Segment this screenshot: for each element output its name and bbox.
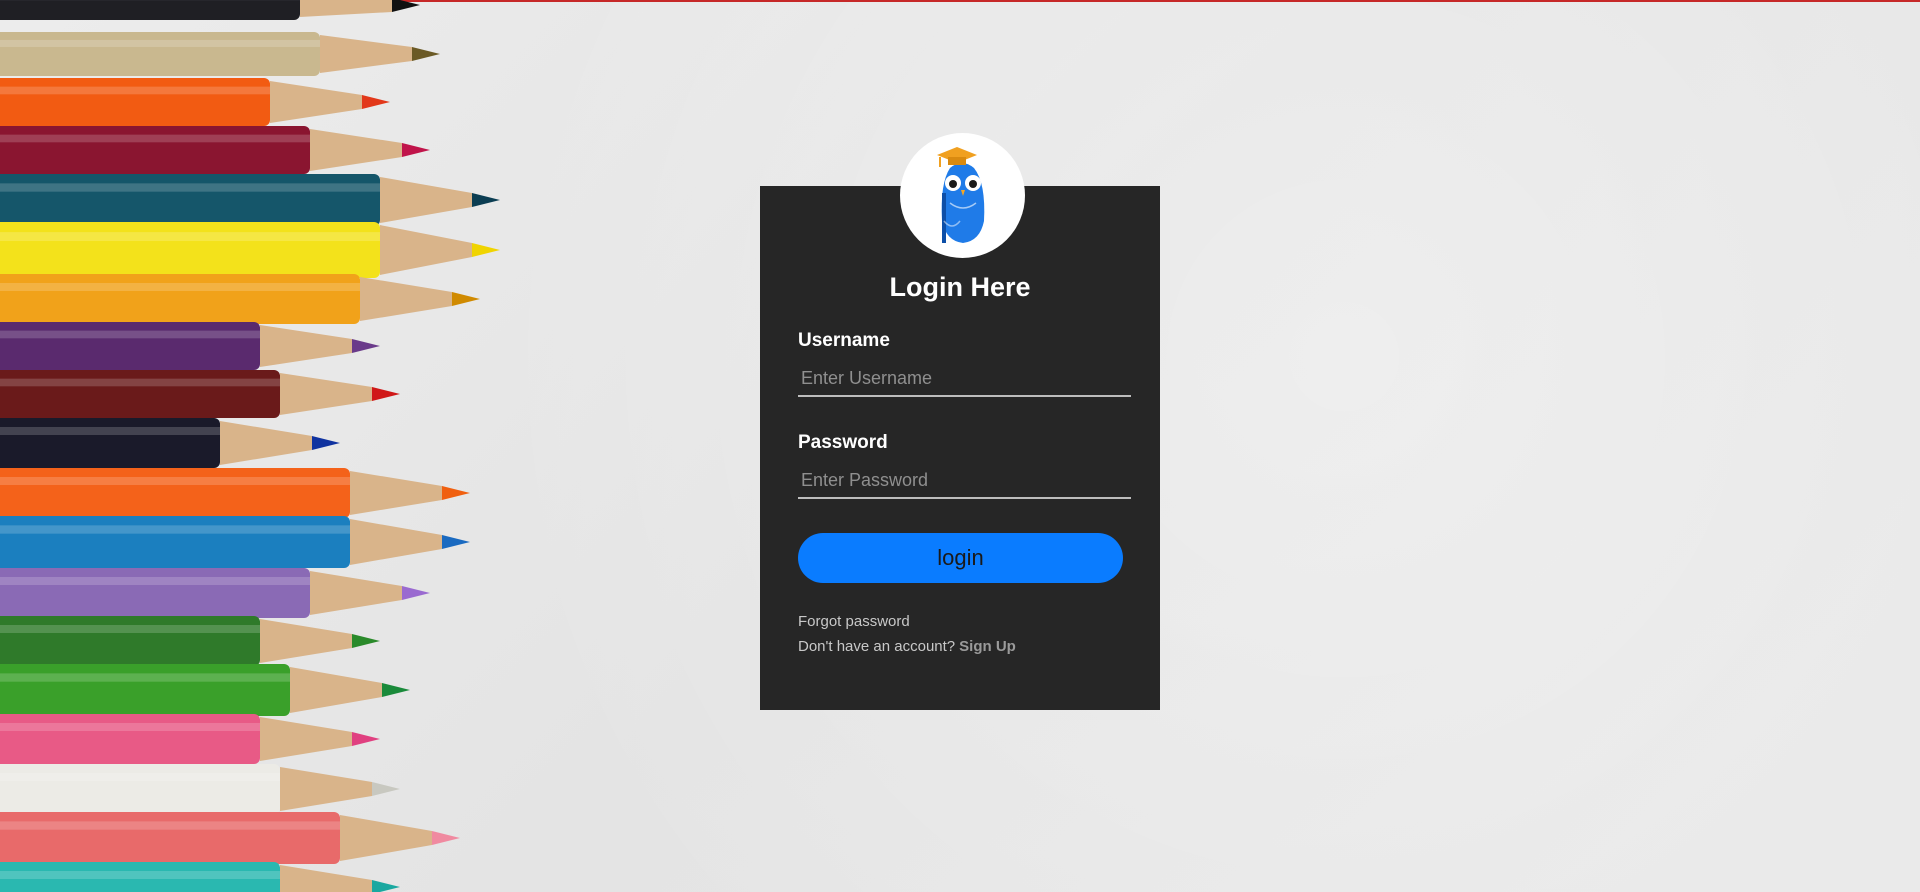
pencil <box>0 222 500 278</box>
pencil <box>0 468 470 518</box>
pencil <box>0 714 380 764</box>
owl-logo <box>900 133 1025 258</box>
pencil <box>0 568 430 618</box>
pencil <box>0 516 470 568</box>
pencil <box>0 862 400 892</box>
login-title: Login Here <box>889 272 1031 302</box>
pencil <box>0 126 430 174</box>
pencil <box>0 370 400 418</box>
password-input[interactable] <box>798 463 1131 499</box>
pencil <box>0 274 480 324</box>
forgot-password-link[interactable]: Forgot password <box>798 613 910 630</box>
username-input[interactable] <box>798 361 1131 397</box>
login-button[interactable]: login <box>798 533 1123 583</box>
owl-icon <box>941 163 985 243</box>
pencil <box>0 418 340 468</box>
username-label: Username <box>798 330 890 351</box>
pencil <box>0 764 400 814</box>
pencil <box>0 32 440 76</box>
graduation-cap-icon <box>937 147 977 167</box>
pencil <box>0 616 380 666</box>
no-account-text: Don't have an account? <box>798 638 956 655</box>
pencil <box>0 174 500 226</box>
signup-link[interactable]: Sign Up <box>959 638 1016 655</box>
pencil <box>0 78 390 126</box>
pencil <box>0 322 380 370</box>
pencil <box>0 664 410 716</box>
signup-prompt: Don't have an account? Sign Up <box>798 638 1016 655</box>
password-label: Password <box>798 432 888 453</box>
colored-pencils-image <box>0 0 500 892</box>
pencil <box>0 0 420 20</box>
pencil <box>0 812 460 864</box>
